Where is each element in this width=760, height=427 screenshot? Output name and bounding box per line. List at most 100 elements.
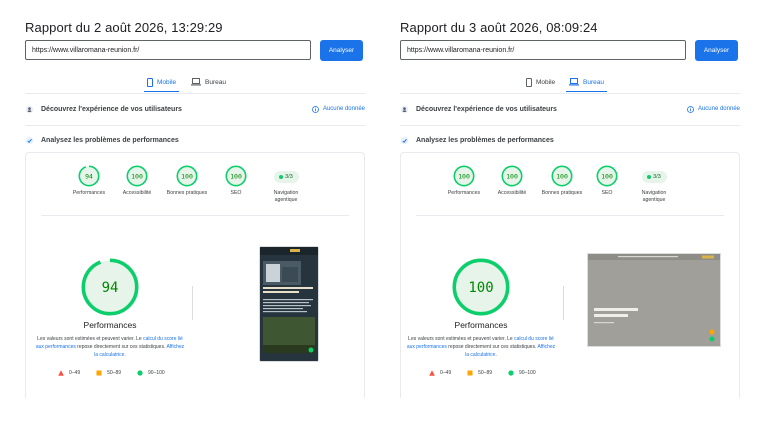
- no-data-label: Aucune donnée: [322, 106, 365, 112]
- report-panel-right: Rapport du 3 août 2026, 08:09:24 https:/…: [400, 0, 740, 427]
- agentic-value: 3/3: [285, 174, 293, 180]
- tab-desktop-label: Bureau: [205, 78, 226, 86]
- gauge-agentic[interactable]: 3/3 Navigation agentique: [624, 165, 684, 204]
- gauge-score: 100: [458, 172, 470, 180]
- gauge-ring: 100: [225, 165, 247, 187]
- legend-fail: 0–49: [58, 370, 80, 376]
- agentic-value: 3/3: [653, 174, 661, 180]
- report-title: Rapport du 3 août 2026, 08:09:24: [400, 20, 598, 35]
- gauge-label: Navigation agentique: [641, 190, 667, 204]
- desc-text: repose directement sur ces statistiques.: [446, 343, 538, 350]
- divider: [41, 215, 349, 216]
- divider: [400, 125, 740, 126]
- score-description: Les valeurs sont estimées et peuvent var…: [405, 336, 557, 359]
- score-gauges: 94 Performances 100 Accessibilité 100 Bo…: [26, 165, 364, 215]
- gauge-ring: 100: [551, 165, 573, 187]
- gauge-score: 100: [230, 172, 242, 180]
- square-icon: [467, 370, 473, 376]
- tab-desktop-label: Bureau: [583, 78, 604, 86]
- gauge-score: 94: [85, 172, 93, 180]
- device-tabs: Mobile Bureau: [400, 73, 740, 92]
- performance-heading: Performances: [454, 320, 508, 330]
- gauge-score: 100: [468, 280, 493, 296]
- report-panel-left: Rapport du 2 août 2026, 13:29:29 https:/…: [25, 0, 365, 427]
- laptop-icon: [569, 78, 579, 86]
- agentic-pill: 3/3: [273, 171, 299, 183]
- legend-pass: 90–100: [508, 370, 536, 376]
- legend-label: 90–100: [519, 370, 536, 376]
- desc-text: Les valeurs sont estimées et peuvent var…: [408, 336, 515, 342]
- gauge-label: Navigation agentique: [273, 190, 299, 204]
- gauge-score: 100: [556, 172, 568, 180]
- field-data-section: Découvrez l'expérience de vos utilisateu…: [25, 102, 365, 116]
- no-data-link[interactable]: Aucune donnée: [312, 102, 365, 116]
- field-data-heading: Découvrez l'expérience de vos utilisateu…: [41, 105, 182, 113]
- legend-average: 50–89: [467, 370, 492, 376]
- lab-results-card: 100 Performances 100 Accessibilité 100 B…: [400, 152, 740, 398]
- vertical-separator: [192, 286, 193, 320]
- analyze-button[interactable]: Analyser: [320, 40, 363, 61]
- vertical-separator: [563, 286, 564, 320]
- gauge-score: 94: [102, 280, 119, 296]
- lab-data-heading: Analysez les problèmes de performances: [416, 136, 554, 144]
- score-gauges: 100 Performances 100 Accessibilité 100 B…: [401, 165, 739, 215]
- performance-gauge-large: 100: [452, 258, 510, 316]
- agentic-pill: 3/3: [641, 171, 667, 183]
- tab-mobile-label: Mobile: [157, 78, 177, 86]
- desc-text: repose directement sur ces statistiques.: [75, 343, 167, 350]
- info-icon: [687, 105, 694, 113]
- no-data-link[interactable]: Aucune donnée: [687, 102, 740, 116]
- diagnose-icon: [25, 136, 34, 144]
- score-description: Les valeurs sont estimées et peuvent var…: [34, 336, 186, 359]
- gauge-ring: 100: [453, 165, 475, 187]
- legend-label: 90–100: [148, 370, 165, 376]
- lab-data-section: Analysez les problèmes de performances: [25, 133, 365, 147]
- tab-desktop[interactable]: Bureau: [191, 73, 226, 91]
- laptop-icon: [191, 78, 201, 86]
- square-icon: [96, 370, 102, 376]
- no-data-label: Aucune donnée: [697, 106, 740, 112]
- screenshot-image: [260, 247, 318, 361]
- circle-icon: [137, 370, 143, 376]
- field-data-heading: Découvrez l'expérience de vos utilisateu…: [416, 105, 557, 113]
- url-input[interactable]: https://www.villaromana-reunion.fr/: [25, 40, 311, 60]
- desc-text: Les valeurs sont estimées et peuvent var…: [37, 336, 144, 342]
- smartphone-icon: [526, 77, 532, 87]
- active-tab-indicator: [144, 90, 180, 92]
- lab-results-card: 94 Performances 100 Accessibilité 100 Bo…: [25, 152, 365, 398]
- legend-fail: 0–49: [429, 370, 451, 376]
- gauge-agentic[interactable]: 3/3 Navigation agentique: [256, 165, 316, 204]
- page-screenshot-desktop[interactable]: [587, 253, 721, 347]
- divider: [25, 125, 365, 126]
- gauge-ring: 100: [126, 165, 148, 187]
- performance-gauge-large: 94: [81, 258, 139, 316]
- lab-data-heading: Analysez les problèmes de performances: [41, 136, 179, 144]
- gauge-ring: 100: [501, 165, 523, 187]
- circle-icon: [508, 370, 514, 376]
- page-screenshot-mobile[interactable]: [259, 246, 319, 362]
- info-icon: [312, 105, 319, 113]
- analyze-button[interactable]: Analyser: [695, 40, 738, 61]
- url-input[interactable]: https://www.villaromana-reunion.fr/: [400, 40, 686, 60]
- legend-label: 50–89: [478, 370, 493, 376]
- score-legend: 0–49 50–89 90–100: [58, 369, 181, 377]
- gauge-score: 100: [131, 172, 143, 180]
- gauge-ring: 100: [596, 165, 618, 187]
- report-title: Rapport du 2 août 2026, 13:29:29: [25, 20, 223, 35]
- device-tabs: Mobile Bureau: [25, 73, 365, 92]
- smartphone-icon: [147, 77, 153, 87]
- tab-desktop[interactable]: Bureau: [566, 73, 607, 92]
- tab-mobile[interactable]: Mobile: [526, 73, 555, 91]
- gauge-score: 100: [181, 172, 193, 180]
- gauge-ring: 94: [78, 165, 100, 187]
- score-legend: 0–49 50–89 90–100: [429, 369, 552, 377]
- triangle-icon: [429, 370, 435, 376]
- triangle-icon: [58, 370, 64, 376]
- tab-mobile[interactable]: Mobile: [144, 73, 180, 92]
- pass-dot-icon: [279, 175, 284, 179]
- gauge-score: 100: [506, 172, 518, 180]
- legend-label: 0–49: [440, 370, 452, 376]
- legend-average: 50–89: [96, 370, 121, 376]
- legend-label: 50–89: [107, 370, 122, 376]
- gauge-ring: 100: [176, 165, 198, 187]
